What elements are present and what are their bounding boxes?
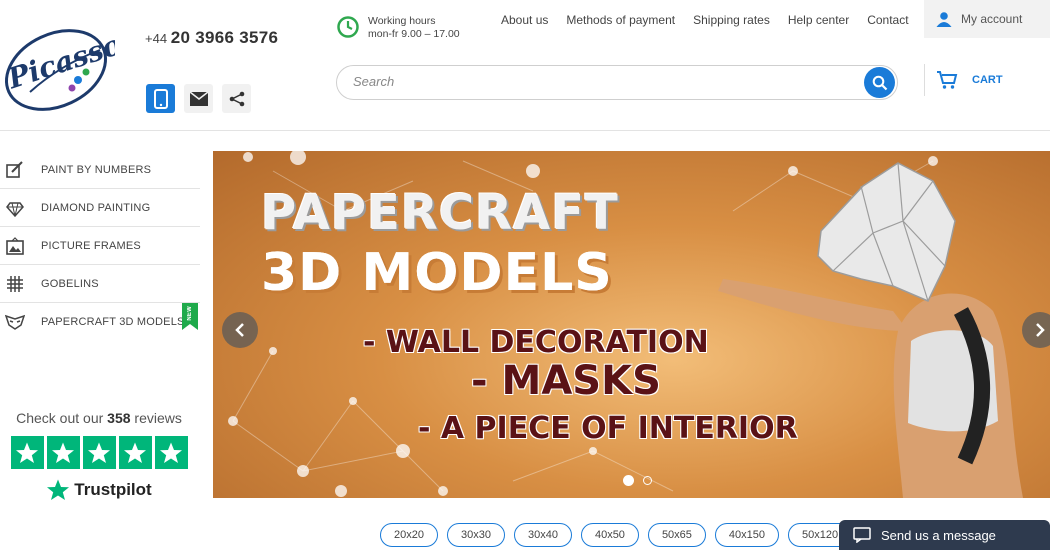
sidebar-item-label: PICTURE FRAMES [41,239,141,252]
star-icon [154,436,188,469]
cart-button[interactable]: CART [936,70,1003,90]
new-badge: NEW [182,303,198,330]
slide-dot[interactable] [643,476,652,485]
slide-indicators [623,475,652,486]
reviews-count: 358 [107,410,131,426]
size-chip[interactable]: 30x40 [513,523,572,547]
trustpilot-brand: Trustpilot [74,480,152,499]
banner-line-2: 3D MODELS [261,243,613,303]
mask-icon [5,312,25,332]
nav-methods-of-payment[interactable]: Methods of payment [566,13,675,27]
header-bottom-divider [0,130,1050,131]
picasso-logo[interactable]: Picasso [0,10,125,122]
cart-icon [937,71,958,89]
sidebar-item-diamond-painting[interactable]: DIAMOND PAINTING [0,189,200,227]
sidebar-item-label: DIAMOND PAINTING [41,201,151,214]
size-chip[interactable]: 40x50 [580,523,639,547]
search-bar [336,65,898,100]
phone-digits: 20 3966 3576 [170,28,279,47]
size-chip[interactable]: 20x20 [380,523,438,547]
slide-dot-active[interactable] [623,475,634,486]
frame-icon [5,236,25,256]
send-message-button[interactable]: Send us a message [839,520,1050,550]
star-icon [46,436,80,469]
trustpilot-logo: Trustpilot [0,478,198,502]
trustpilot-star-icon [47,479,70,500]
rating-stars [0,436,198,469]
size-chip[interactable]: 30x30 [446,523,505,547]
search-input[interactable] [353,74,833,89]
banner-line-4: - MASKS [471,358,661,404]
banner-line-3: - WALL DECORATION [363,325,709,360]
nav-help-center[interactable]: Help center [788,13,849,27]
phone-number[interactable]: +44 20 3966 3576 [145,28,278,48]
sidebar-item-paint-by-numbers[interactable]: PAINT BY NUMBERS [0,151,200,189]
logo-wordmark: Picasso [3,28,115,96]
my-account-button[interactable]: My account [924,0,1050,38]
cart-label: CART [972,74,1003,86]
star-icon [82,436,116,469]
size-chip[interactable]: 50x65 [647,523,706,547]
grid-icon [5,274,25,294]
chevron-right-icon [1036,323,1045,337]
sidebar-item-label: PAPERCRAFT 3D MODELS [41,316,185,328]
star-icon [118,436,152,469]
top-nav: About us Methods of payment Shipping rat… [501,13,909,27]
prev-slide-button[interactable] [222,312,258,348]
hours-title: Working hours [368,15,436,27]
sidebar-item-picture-frames[interactable]: PICTURE FRAMES [0,227,200,265]
diamond-icon [5,198,25,218]
send-message-label: Send us a message [881,527,996,543]
user-icon [936,12,952,27]
banner-line-1: PAPERCRAFT [261,185,619,241]
next-slide-button[interactable] [1022,312,1050,348]
email-icon[interactable] [184,84,213,113]
working-hours: Working hours mon-fr 9.00 – 17.00 [336,15,460,41]
size-chip[interactable]: 40x150 [714,523,780,547]
reviews-text: Check out our 358 reviews [16,410,182,426]
mobile-icon[interactable] [146,84,175,113]
sidebar-item-label: PAINT BY NUMBERS [41,163,152,176]
size-filter-chips: 20x20 30x30 30x40 40x50 50x65 40x150 50x… [380,523,853,547]
contact-icons [146,84,251,113]
nav-shipping-rates[interactable]: Shipping rates [693,13,770,27]
sidebar-item-gobelins[interactable]: GOBELINS [0,265,200,303]
sidebar-item-papercraft[interactable]: PAPERCRAFT 3D MODELS NEW [0,303,200,341]
nav-about-us[interactable]: About us [501,13,548,27]
search-icon [872,75,887,90]
account-label: My account [961,12,1023,26]
category-sidebar: PAINT BY NUMBERS DIAMOND PAINTING PICTUR… [0,151,200,341]
chevron-left-icon [235,323,244,337]
paint-brush-icon [5,160,25,180]
chat-icon [853,527,871,543]
clock-icon [337,16,359,38]
phone-prefix: +44 [145,31,168,46]
star-icon [10,436,44,469]
hero-banner[interactable]: PAPERCRAFT 3D MODELS - WALL DECORATION -… [213,151,1050,498]
share-icon[interactable] [222,84,251,113]
search-button[interactable] [864,67,895,98]
header-divider [924,64,925,96]
model-with-mask-image [718,162,1023,498]
sidebar-item-label: GOBELINS [41,277,99,290]
hours-value: mon-fr 9.00 – 17.00 [368,28,460,40]
trustpilot-widget[interactable]: Check out our 358 reviews Trustpilot [0,410,198,502]
nav-contact[interactable]: Contact [867,13,908,27]
